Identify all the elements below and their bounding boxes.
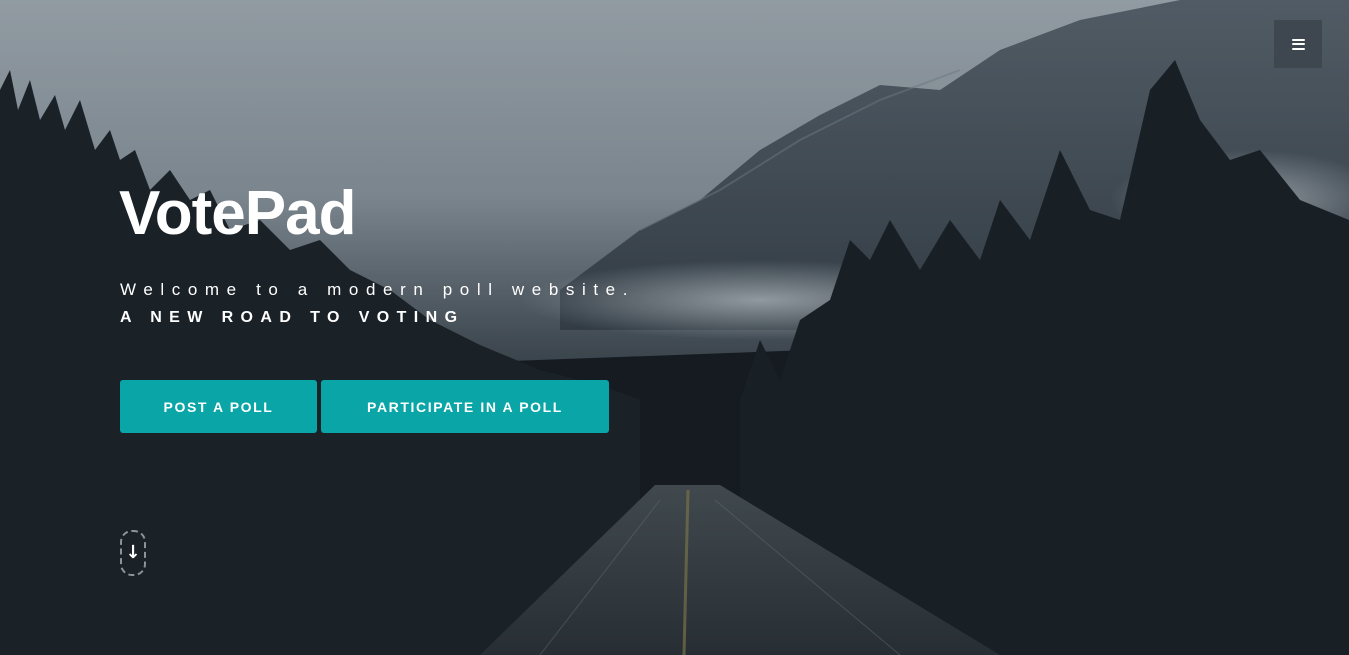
- arrow-down-icon: ↓: [125, 542, 141, 563]
- scroll-down-button[interactable]: ↓: [120, 530, 146, 576]
- hero-section: VotePad Welcome to a modern poll website…: [0, 0, 1349, 655]
- menu-button[interactable]: [1274, 20, 1322, 68]
- welcome-tagline: Welcome to a modern poll website.: [120, 280, 636, 299]
- hamburger-menu-icon: [1291, 38, 1305, 50]
- site-title: VotePad: [119, 179, 356, 248]
- post-poll-button[interactable]: POST A POLL: [120, 380, 317, 433]
- slogan: A NEW ROAD TO VOTING: [120, 309, 465, 326]
- participate-poll-button[interactable]: PARTICIPATE IN A POLL: [321, 380, 609, 433]
